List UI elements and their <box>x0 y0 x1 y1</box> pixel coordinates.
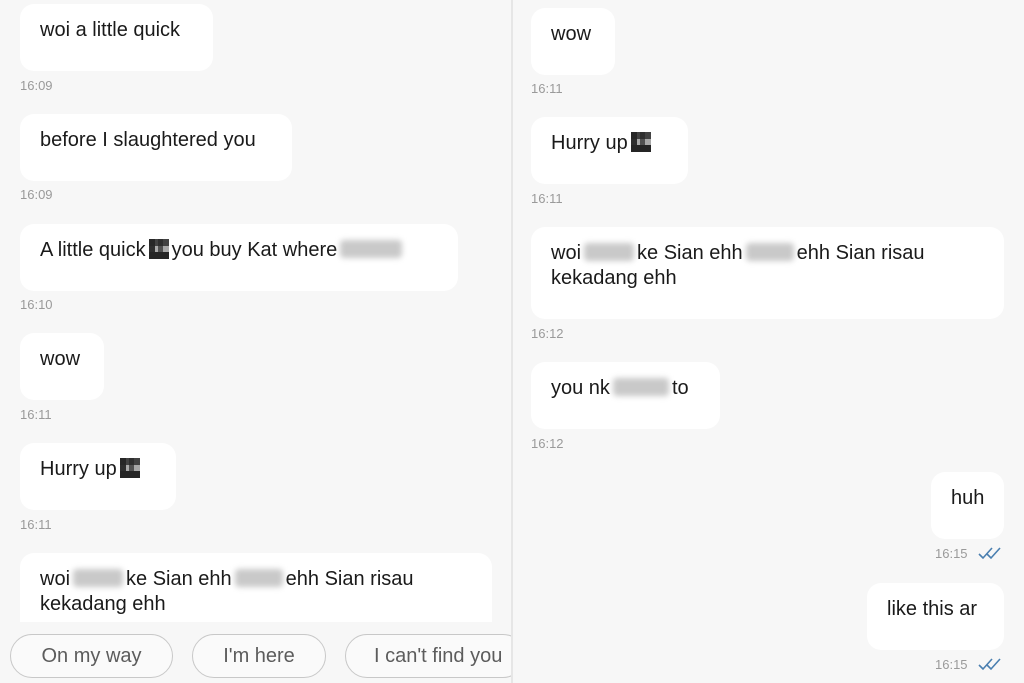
redacted-text <box>234 569 283 587</box>
message-timestamp: 16:11 <box>531 191 563 206</box>
message-text-part: you buy Kat where <box>171 239 338 261</box>
message-text: Hurry up <box>40 458 117 480</box>
read-receipt-icon <box>978 547 1001 560</box>
message-text-part: kekadang ehh <box>551 267 677 289</box>
message-bubble[interactable]: woi a little quick <box>20 4 213 71</box>
message-text: woi a little quick <box>40 19 181 41</box>
message-timestamp: 16:12 <box>531 326 564 341</box>
message-text-part: ke Sian ehh <box>637 242 743 264</box>
message-bubble[interactable]: you nk to <box>531 362 720 429</box>
message-timestamp: 16:11 <box>20 407 52 422</box>
message-bubble[interactable]: before I slaughtered you <box>20 114 292 181</box>
message-bubble[interactable]: woi ke Sian ehh ehh Sian risau kekadang eh… <box>531 227 1004 319</box>
message-timestamp: 16:11 <box>20 517 52 532</box>
message-timestamp: 16:11 <box>531 81 563 96</box>
message-timestamp: 16:09 <box>20 78 53 93</box>
pixelated-emoji-icon <box>630 132 651 152</box>
redacted-text <box>584 243 635 261</box>
message-text-part: woi <box>551 242 582 264</box>
message-text: wow <box>551 23 592 45</box>
pixelated-emoji-icon <box>119 458 140 478</box>
message-text-part: ehh Sian risau <box>285 568 414 590</box>
redacted-text <box>745 243 794 261</box>
quick-reply-cant-find-you[interactable]: I can't find you <box>345 634 512 678</box>
message-text-part: A little quick <box>40 239 146 261</box>
message-text-part: woi <box>40 568 71 590</box>
message-timestamp: 16:15 <box>935 546 968 561</box>
sent-message-bubble[interactable]: like this ar <box>867 583 1004 650</box>
message-bubble[interactable]: Hurry up <box>531 117 688 184</box>
message-text-part: you nk <box>551 377 610 399</box>
message-bubble[interactable]: A little quick you buy Kat where <box>20 224 458 291</box>
read-receipt-icon <box>978 658 1001 671</box>
redacted-text <box>73 569 124 587</box>
left-chat-panel[interactable]: woi a little quick 16:09 before I slaugh… <box>0 0 512 683</box>
quick-reply-on-my-way[interactable]: On my way <box>10 634 173 678</box>
message-bubble[interactable]: wow <box>531 8 615 75</box>
message-timestamp: 16:12 <box>531 436 564 451</box>
quick-reply-im-here[interactable]: I'm here <box>192 634 326 678</box>
message-timestamp: 16:10 <box>20 297 53 312</box>
message-text-part: ehh Sian risau <box>796 242 925 264</box>
quick-reply-bar: On my way I'm here I can't find you <box>0 622 512 683</box>
message-text-part: to <box>671 377 689 399</box>
message-text-part: kekadang ehh <box>40 593 166 615</box>
message-bubble[interactable]: Hurry up <box>20 443 176 510</box>
sent-message-bubble[interactable]: huh <box>931 472 1004 539</box>
message-text-part: ke Sian ehh <box>126 568 232 590</box>
pixelated-emoji-icon <box>148 239 169 259</box>
message-bubble[interactable]: wow <box>20 333 104 400</box>
redacted-text <box>612 378 669 396</box>
message-text: wow <box>40 348 81 370</box>
message-text: before I slaughtered you <box>40 129 256 151</box>
message-timestamp: 16:09 <box>20 187 53 202</box>
message-timestamp: 16:15 <box>935 657 968 672</box>
message-text: huh <box>951 487 985 509</box>
message-text: Hurry up <box>551 132 628 154</box>
redacted-text <box>340 240 403 258</box>
message-text: like this ar <box>887 598 978 620</box>
right-chat-panel[interactable]: wow 16:11 Hurry up 16:11 woi ke Sian ehh e… <box>513 0 1024 683</box>
